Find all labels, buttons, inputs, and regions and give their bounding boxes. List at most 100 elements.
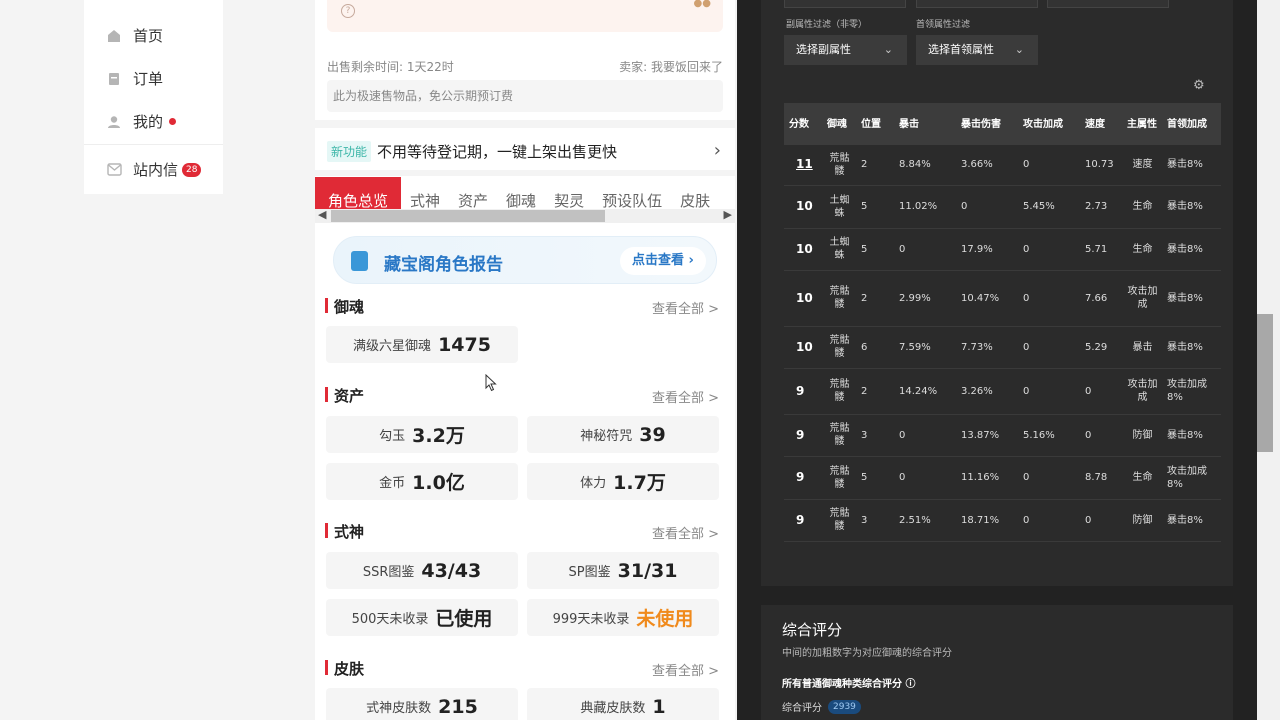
tab-overview[interactable]: 角色总览: [315, 177, 402, 209]
filter-box[interactable]: [916, 0, 1038, 8]
col-header[interactable]: 分数: [784, 103, 822, 145]
tab-preset-team[interactable]: 预设队伍: [593, 177, 671, 209]
scroll-left-icon[interactable]: ◀: [318, 208, 326, 221]
page-scrollbar[interactable]: [1257, 0, 1280, 720]
table-row[interactable]: 9 荒骷髅 3 0 13.87% 5.16% 0 防御 暴击8%: [784, 414, 1221, 457]
home-icon: [106, 28, 122, 44]
col-header[interactable]: 暴击: [894, 103, 956, 145]
filter-box[interactable]: [1047, 0, 1169, 8]
view-all-link[interactable]: 查看全部 >: [652, 387, 719, 406]
nav-item-label: 站内信: [133, 161, 179, 179]
stat-card: 500天未收录 已使用: [326, 599, 518, 636]
cell-main: 速度: [1122, 145, 1162, 186]
nav-item-messages[interactable]: 站内信 28: [106, 159, 202, 180]
cell-lead: 暴击8%: [1162, 145, 1221, 186]
info-icon[interactable]: ⓘ: [902, 679, 915, 690]
nav-divider: [84, 144, 223, 145]
cell-pos: 2: [856, 145, 894, 186]
cell-main: 生命: [1122, 228, 1162, 271]
table-row[interactable]: 11 荒骷髅 2 8.84% 3.66% 0 10.73 速度 暴击8%: [784, 145, 1221, 186]
table-row[interactable]: 10 荒骷髅 6 7.59% 7.73% 0 5.29 暴击 暴击8%: [784, 326, 1221, 369]
col-header[interactable]: 首领加成: [1162, 103, 1221, 145]
cell-crit: 0: [894, 414, 956, 457]
feature-banner[interactable]: 新功能 不用等待登记期，一键上架出售更快 ›: [327, 138, 723, 164]
chevron-down-icon: ⌄: [883, 43, 893, 56]
help-icon[interactable]: ?: [341, 4, 355, 18]
col-header[interactable]: 暴击伤害: [956, 103, 1018, 145]
stat-card: 体力 1.7万: [527, 463, 719, 500]
cell-atk: 0: [1018, 326, 1080, 369]
mail-icon: [106, 162, 122, 178]
nav-item-orders[interactable]: 订单: [106, 68, 163, 89]
chevron-down-icon: ⌄: [1014, 43, 1024, 56]
cell-lead: 暴击8%: [1162, 326, 1221, 369]
filter-box[interactable]: [784, 0, 906, 8]
stat-value: 3.2万: [412, 425, 465, 447]
summary-card: 综合评分 中间的加粗数字为对应御魂的综合评分 所有普通御魂种类综合评分 ⓘ 综合…: [761, 605, 1233, 720]
cell-critdmg: 10.47%: [956, 270, 1018, 327]
nav-item-home[interactable]: 首页: [106, 25, 163, 46]
cell-critdmg: 17.9%: [956, 228, 1018, 271]
table-row[interactable]: 10 土蜘蛛 5 11.02% 0 5.45% 2.73 生命 暴击8%: [784, 185, 1221, 229]
cell-crit: 8.84%: [894, 145, 956, 186]
scrollbar-thumb[interactable]: [331, 210, 605, 222]
section-marker: [325, 523, 328, 538]
sub-attr-select[interactable]: 选择副属性 ⌄: [784, 35, 907, 65]
col-header[interactable]: 位置: [856, 103, 894, 145]
col-header[interactable]: 攻击加成: [1018, 103, 1080, 145]
cell-main: 攻击加成: [1122, 368, 1162, 415]
cell-main: 生命: [1122, 185, 1162, 229]
nav-item-mine[interactable]: 我的: [106, 111, 177, 132]
stat-card: 典藏皮肤数 1: [527, 688, 719, 720]
section-marker: [325, 387, 328, 402]
cell-main: 防御: [1122, 499, 1162, 542]
cell-score: 9: [784, 368, 822, 415]
cell-score: 9: [784, 456, 822, 500]
seller-name[interactable]: 卖家: 我要饭回来了: [619, 58, 723, 75]
cell-atk: 0: [1018, 499, 1080, 542]
divider-band: [315, 120, 735, 128]
document-icon: [351, 251, 368, 271]
table-row[interactable]: 9 荒骷髅 5 0 11.16% 0 8.78 生命 攻击加成8%: [784, 456, 1221, 500]
col-header[interactable]: 御魂: [822, 103, 856, 145]
view-all-link[interactable]: 查看全部 >: [652, 523, 719, 542]
horizontal-scrollbar[interactable]: ◀ ▶: [315, 208, 735, 223]
tab-skins[interactable]: 皮肤: [671, 177, 719, 209]
summary-score-row: 综合评分 2939: [782, 699, 861, 714]
table-row[interactable]: 10 荒骷髅 2 2.99% 10.47% 0 7.66 攻击加成 暴击8%: [784, 270, 1221, 327]
col-header[interactable]: 速度: [1080, 103, 1122, 145]
tab-shishen[interactable]: 式神: [401, 177, 449, 209]
cell-yh: 荒骷髅: [822, 499, 856, 542]
col-header[interactable]: 主属性: [1122, 103, 1162, 145]
view-all-link[interactable]: 查看全部 >: [652, 660, 719, 679]
summary-all-label: 所有普通御魂种类综合评分 ⓘ: [782, 675, 915, 690]
cell-critdmg: 13.87%: [956, 414, 1018, 457]
scroll-right-icon[interactable]: ▶: [724, 208, 732, 221]
table-row[interactable]: 10 土蜘蛛 5 0 17.9% 0 5.71 生命 暴击8%: [784, 228, 1221, 271]
stat-label: 神秘符咒: [580, 429, 633, 444]
cell-lead: 暴击8%: [1162, 499, 1221, 542]
nav-item-label: 我的: [133, 113, 164, 131]
scrollbar-thumb[interactable]: [1257, 314, 1273, 452]
nav-item-label: 首页: [133, 27, 164, 45]
section-marker: [325, 660, 328, 675]
tab-assets[interactable]: 资产: [449, 177, 497, 209]
table-row[interactable]: 9 荒骷髅 3 2.51% 18.71% 0 0 防御 暴击8%: [784, 499, 1221, 542]
lead-attr-select[interactable]: 选择首领属性 ⌄: [916, 35, 1038, 65]
cell-crit: 7.59%: [894, 326, 956, 369]
yuhun-table-card: 副属性过滤（非零） 首领属性过滤 选择副属性 ⌄ 选择首领属性 ⌄ ⚙ 分数 御…: [761, 0, 1233, 586]
report-banner[interactable]: 藏宝阁角色报告 点击查看 ›: [333, 236, 717, 284]
tab-qiling[interactable]: 契灵: [545, 177, 593, 209]
cell-score: 9: [784, 499, 822, 542]
gear-icon[interactable]: ⚙: [1193, 78, 1205, 93]
section-title: 资产: [334, 387, 365, 405]
stat-label: 999天未收录: [552, 612, 630, 627]
tab-yuhun[interactable]: 御魂: [497, 177, 545, 209]
stat-label: SP图鉴: [568, 565, 611, 580]
table-row[interactable]: 9 荒骷髅 2 14.24% 3.26% 0 0 攻击加成 攻击加成8%: [784, 368, 1221, 415]
view-report-button[interactable]: 点击查看 ›: [620, 247, 706, 275]
cell-pos: 2: [856, 368, 894, 415]
view-all-link[interactable]: 查看全部 >: [652, 298, 719, 317]
stat-card: SP图鉴 31/31: [527, 552, 719, 589]
cell-crit: 11.02%: [894, 185, 956, 229]
